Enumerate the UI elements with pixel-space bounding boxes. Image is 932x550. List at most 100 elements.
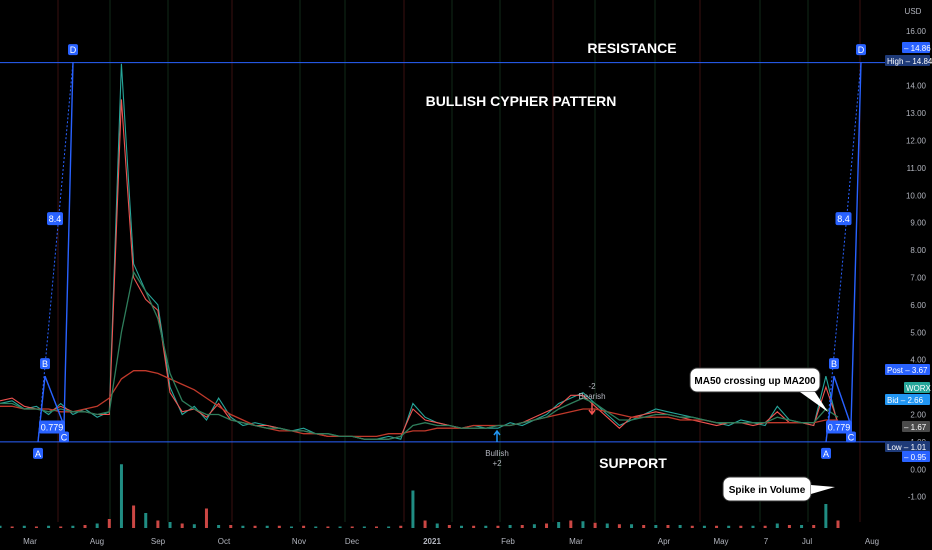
bearish-signal-value: -2 bbox=[588, 382, 596, 391]
volume-bar bbox=[836, 520, 840, 528]
volume-bar bbox=[265, 525, 269, 528]
volume-bar bbox=[715, 525, 719, 528]
volume-bar bbox=[532, 524, 536, 528]
time-tick-label: 7 bbox=[764, 537, 769, 546]
svg-text:Spike in Volume: Spike in Volume bbox=[729, 485, 806, 496]
price-tick-label: 6.00 bbox=[910, 301, 926, 310]
price-chart[interactable]: A B C D 8.4 0.779 A B C D 8.4 0.779 Bullish+2 -2Bear… bbox=[0, 0, 932, 550]
volume-bar bbox=[253, 525, 257, 528]
volume-bar bbox=[47, 525, 51, 528]
price-tag-label: Bid – 2.66 bbox=[887, 396, 924, 405]
volume-bar bbox=[751, 525, 755, 528]
volume-bar bbox=[314, 526, 318, 528]
time-tick-label: Apr bbox=[658, 537, 671, 546]
time-axis-background bbox=[0, 530, 932, 550]
right-pattern-point-d: D bbox=[858, 45, 865, 55]
resistance-label: RESISTANCE bbox=[587, 40, 676, 56]
price-tag-label: – 0.95 bbox=[904, 453, 927, 462]
volume-bar bbox=[520, 525, 524, 528]
volume-bar bbox=[71, 525, 75, 528]
price-tick-label: 7.00 bbox=[910, 274, 926, 283]
volume-bar bbox=[374, 526, 378, 528]
volume-bar bbox=[168, 522, 172, 528]
bearish-signal-label: Bearish bbox=[578, 392, 605, 401]
price-tag-label: – 1.67 bbox=[904, 423, 927, 432]
price-tick-label: 9.00 bbox=[910, 219, 926, 228]
volume-bars bbox=[0, 464, 840, 528]
price-tick-label: 2.00 bbox=[910, 411, 926, 420]
time-tick-label: 2021 bbox=[423, 537, 441, 546]
right-pattern-point-a: A bbox=[823, 449, 829, 459]
svg-text:MA50 crossing up MA200: MA50 crossing up MA200 bbox=[694, 376, 816, 387]
volume-bar bbox=[22, 525, 26, 528]
left-ratio-label: 8.4 bbox=[49, 214, 62, 224]
volume-bar bbox=[302, 525, 306, 528]
time-tick-label: Aug bbox=[90, 537, 104, 546]
volume-bar bbox=[277, 525, 281, 528]
volume-bar bbox=[132, 505, 136, 528]
volume-bar bbox=[593, 522, 597, 528]
volume-bar bbox=[435, 523, 439, 528]
volume-bar bbox=[666, 525, 670, 528]
time-tick-label: Aug bbox=[865, 537, 879, 546]
volume-bar bbox=[107, 519, 111, 528]
volume-bar bbox=[787, 525, 791, 528]
price-tag-label: WORX bbox=[906, 384, 932, 393]
volume-bar bbox=[180, 523, 184, 528]
price-tag-label: High – 14.84 bbox=[887, 57, 932, 66]
volume-bar bbox=[812, 525, 816, 528]
price-tick-label: 4.00 bbox=[910, 356, 926, 365]
time-tick-label: Jul bbox=[802, 537, 812, 546]
right-ratio-label: 8.4 bbox=[837, 214, 850, 224]
right-ratio-label: 0.779 bbox=[828, 422, 851, 432]
volume-bar bbox=[654, 525, 658, 528]
pattern-label: BULLISH CYPHER PATTERN bbox=[426, 93, 617, 109]
time-tick-label: Nov bbox=[292, 537, 306, 546]
price-tick-label: 14.00 bbox=[906, 82, 927, 91]
left-pattern-point-b: B bbox=[42, 359, 48, 369]
volume-bar bbox=[630, 524, 634, 528]
volume-bar bbox=[350, 526, 354, 528]
volume-bar bbox=[289, 526, 293, 528]
price-tick-label: 0.00 bbox=[910, 465, 926, 474]
volume-bar bbox=[241, 525, 245, 528]
time-tick-label: Oct bbox=[218, 537, 231, 546]
volume-bar bbox=[800, 525, 804, 528]
volume-bar bbox=[605, 523, 609, 528]
volume-bar bbox=[617, 524, 621, 528]
time-tick-label: Feb bbox=[501, 537, 515, 546]
volume-bar bbox=[763, 525, 767, 528]
time-tick-label: May bbox=[713, 537, 728, 546]
volume-bar bbox=[156, 520, 160, 528]
volume-bar bbox=[119, 464, 123, 528]
volume-bar bbox=[59, 526, 63, 528]
left-pattern-point-d: D bbox=[70, 45, 77, 55]
left-ratio-label: 0.779 bbox=[41, 422, 64, 432]
volume-bar bbox=[702, 525, 706, 528]
volume-bar bbox=[95, 523, 99, 528]
price-tick-label: -1.00 bbox=[908, 493, 927, 502]
volume-bar bbox=[34, 526, 38, 528]
volume-bar bbox=[775, 523, 779, 528]
support-label: SUPPORT bbox=[599, 455, 667, 471]
bullish-signal-value: +2 bbox=[492, 459, 502, 468]
volume-bar bbox=[338, 526, 342, 528]
volume-bar bbox=[447, 525, 451, 528]
volume-bar bbox=[387, 526, 391, 528]
bullish-signal-label: Bullish bbox=[485, 449, 509, 458]
volume-bar bbox=[411, 490, 415, 528]
right-pattern-point-c: C bbox=[848, 432, 855, 442]
price-tick-label: 16.00 bbox=[906, 27, 927, 36]
session-separators bbox=[57, 0, 861, 522]
time-tick-label: Dec bbox=[345, 537, 359, 546]
left-pattern-point-c: C bbox=[61, 432, 68, 442]
volume-bar bbox=[581, 521, 585, 528]
price-tick-label: 12.00 bbox=[906, 137, 927, 146]
volume-bar bbox=[496, 525, 500, 528]
volume-bar bbox=[460, 525, 464, 528]
time-tick-label: Sep bbox=[151, 537, 166, 546]
price-tag-label: – 14.86 bbox=[904, 44, 931, 53]
left-pattern-point-a: A bbox=[35, 449, 41, 459]
volume-bar bbox=[678, 525, 682, 528]
volume-bar bbox=[569, 520, 573, 528]
